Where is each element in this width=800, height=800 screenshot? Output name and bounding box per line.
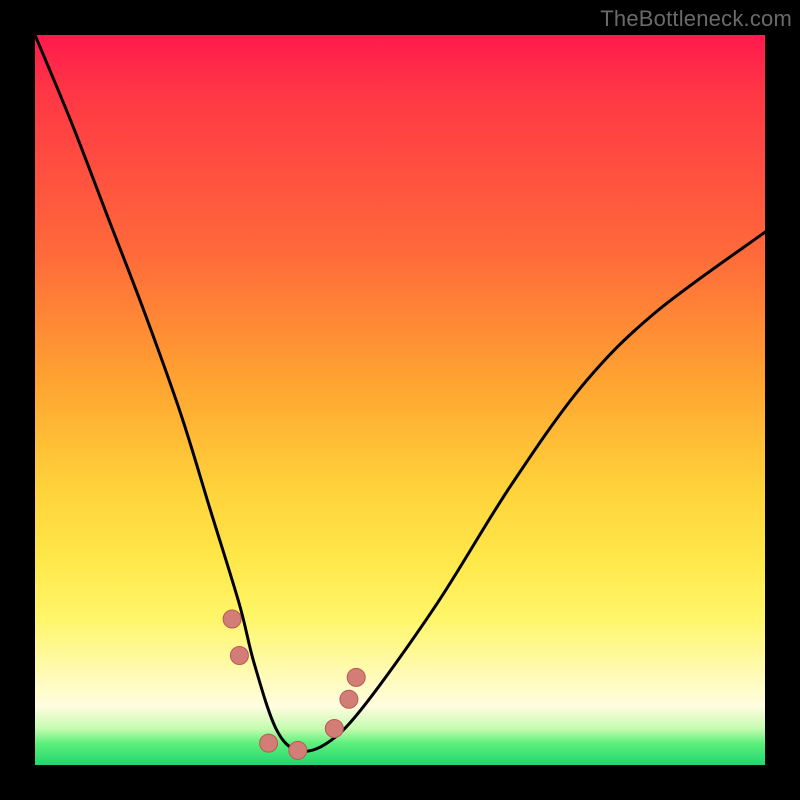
valley-dot (325, 720, 343, 738)
chart-frame: TheBottleneck.com (0, 0, 800, 800)
bottleneck-curve (35, 35, 765, 765)
valley-dot (289, 741, 307, 759)
valley-dots (223, 610, 365, 759)
plot-area (35, 35, 765, 765)
valley-dot (340, 690, 358, 708)
valley-dot (347, 668, 365, 686)
valley-dot (260, 734, 278, 752)
valley-dot (230, 647, 248, 665)
valley-dot (223, 610, 241, 628)
attribution-text: TheBottleneck.com (600, 6, 792, 32)
curve-path (35, 35, 765, 751)
